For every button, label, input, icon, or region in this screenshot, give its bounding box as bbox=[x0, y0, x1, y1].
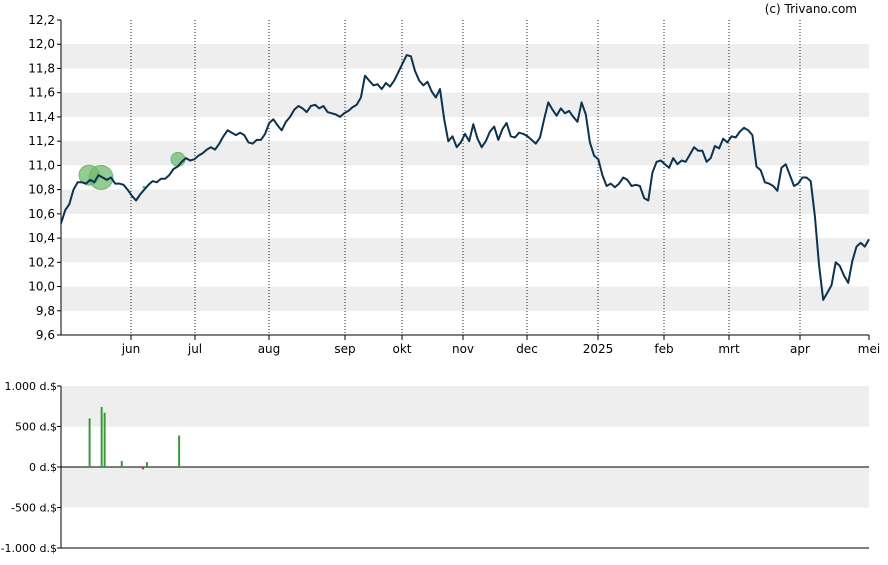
volume-bar bbox=[178, 435, 181, 467]
volume-bar-chart: 1.000 d.$ 500 d.$ 0 d.$ -500 d.$ -1.000 d.$ bbox=[1, 380, 869, 555]
credit-label: (c) Trivano.com bbox=[765, 2, 857, 16]
volume-bar bbox=[120, 460, 123, 467]
price-line bbox=[60, 54, 870, 301]
price-tick-label: 10,6 bbox=[28, 207, 55, 221]
event-marker bbox=[170, 151, 186, 167]
volume-band bbox=[61, 467, 869, 508]
month-tick-label: mrt bbox=[718, 342, 740, 356]
volume-bar bbox=[88, 418, 91, 467]
price-series bbox=[60, 54, 870, 301]
month-tick-label: 2025 bbox=[583, 342, 614, 356]
price-chart-bands bbox=[61, 44, 869, 311]
price-tick-label: 12,2 bbox=[28, 13, 55, 27]
price-line-chart: 12,2 12,0 11,8 11,6 11,4 11,2 11,0 10,8 10,6 10,4… bbox=[28, 13, 880, 356]
price-y-axis-ticks: 12,2 12,0 11,8 11,6 11,4 11,2 11,0 10,8 10,6 10,4… bbox=[28, 13, 61, 342]
price-band bbox=[61, 286, 869, 311]
volume-tick-label: 500 d.$ bbox=[15, 421, 57, 434]
month-tick-label: nov bbox=[452, 342, 474, 356]
volume-tick-label: -1.000 d.$ bbox=[1, 542, 57, 555]
price-tick-label: 9,6 bbox=[36, 328, 55, 342]
price-band bbox=[61, 189, 869, 214]
price-band bbox=[61, 92, 869, 117]
price-band bbox=[61, 44, 869, 69]
month-tick-label: dec bbox=[516, 342, 538, 356]
volume-bar bbox=[103, 412, 106, 467]
volume-band bbox=[61, 386, 869, 427]
month-tick-label: feb bbox=[654, 342, 673, 356]
volume-tick-label: 1.000 d.$ bbox=[5, 380, 57, 393]
month-axis-ticks: jun jul aug sep okt nov dec 2025 feb mrt apr mei bbox=[121, 335, 880, 356]
volume-bar bbox=[141, 467, 144, 470]
price-tick-label: 10,8 bbox=[28, 183, 55, 197]
volume-y-axis-ticks: 1.000 d.$ 500 d.$ 0 d.$ -500 d.$ -1.000 d.$ bbox=[1, 380, 61, 555]
price-tick-label: 11,4 bbox=[28, 110, 55, 124]
month-tick-label: jun bbox=[121, 342, 141, 356]
price-tick-label: 10,2 bbox=[28, 255, 55, 269]
month-tick-label: mei bbox=[858, 342, 880, 356]
volume-tick-label: 0 d.$ bbox=[29, 461, 57, 474]
volume-tick-label: -500 d.$ bbox=[11, 502, 57, 515]
price-tick-label: 10,4 bbox=[28, 231, 55, 245]
month-tick-label: okt bbox=[393, 342, 412, 356]
price-tick-label: 11,6 bbox=[28, 86, 55, 100]
volume-chart-bands bbox=[61, 386, 869, 508]
month-tick-label: aug bbox=[258, 342, 281, 356]
month-tick-label: apr bbox=[790, 342, 810, 356]
price-tick-label: 9,8 bbox=[36, 304, 55, 318]
price-band bbox=[61, 238, 869, 263]
price-tick-label: 12,0 bbox=[28, 37, 55, 51]
price-tick-label: 11,8 bbox=[28, 61, 55, 75]
volume-bar bbox=[100, 407, 103, 467]
price-tick-label: 11,0 bbox=[28, 158, 55, 172]
month-tick-label: sep bbox=[334, 342, 355, 356]
price-tick-label: 10,0 bbox=[28, 280, 55, 294]
price-tick-label: 11,2 bbox=[28, 134, 55, 148]
volume-bar bbox=[145, 462, 148, 467]
trivano-chart: (c) Trivano.com 12,2 12,0 11,8 11,6 11,4 11,2… bbox=[1, 2, 881, 555]
month-tick-label: jul bbox=[187, 342, 202, 356]
